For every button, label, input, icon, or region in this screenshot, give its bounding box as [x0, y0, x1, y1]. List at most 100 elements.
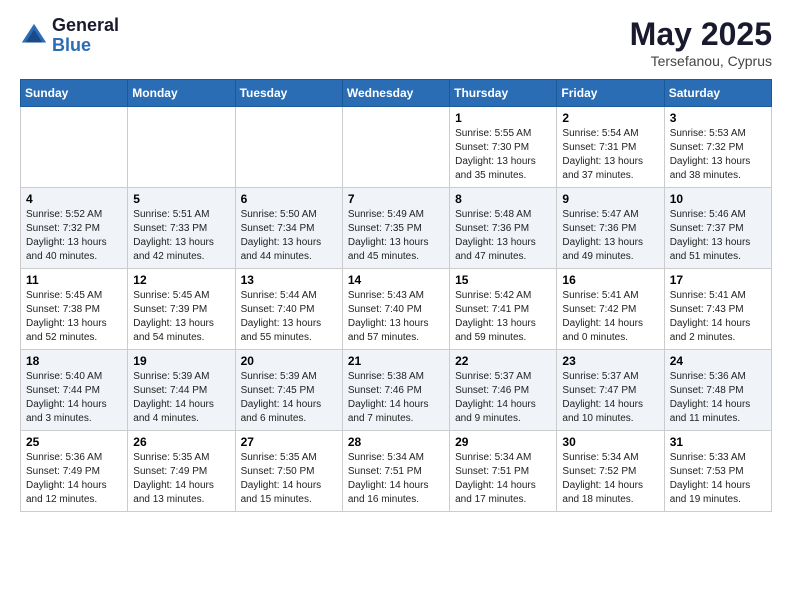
day-cell: 9 Sunrise: 5:47 AMSunset: 7:36 PMDaylight… — [557, 188, 664, 269]
day-cell: 15 Sunrise: 5:42 AMSunset: 7:41 PMDayligh… — [450, 269, 557, 350]
day-info: Sunrise: 5:47 AMSunset: 7:36 PMDaylight:… — [562, 208, 658, 264]
day-info: Sunrise: 5:33 AMSunset: 7:53 PMDaylight:… — [670, 451, 766, 507]
logo-text: General Blue — [52, 16, 119, 56]
week-row-3: 18 Sunrise: 5:40 AMSunset: 7:44 PMDayligh… — [21, 350, 772, 431]
day-number: 6 — [241, 192, 337, 206]
day-number: 23 — [562, 354, 658, 368]
day-number: 25 — [26, 435, 122, 449]
day-number: 22 — [455, 354, 551, 368]
day-cell: 17Sunrise: 5:41 AMSunset: 7:43 PMDayligh… — [664, 269, 771, 350]
day-info: Sunrise: 5:43 AMSunset: 7:40 PMDaylight:… — [348, 289, 444, 345]
week-row-1: 4Sunrise: 5:52 AMSunset: 7:32 PMDaylight… — [21, 188, 772, 269]
logo-icon — [20, 22, 48, 50]
day-number: 3 — [670, 111, 766, 125]
day-cell: 25Sunrise: 5:36 AMSunset: 7:49 PMDayligh… — [21, 431, 128, 512]
day-number: 13 — [241, 273, 337, 287]
day-cell: 20 Sunrise: 5:39 AMSunset: 7:45 PMDayligh… — [235, 350, 342, 431]
logo: General Blue — [20, 16, 119, 56]
day-cell: 19Sunrise: 5:39 AMSunset: 7:44 PMDayligh… — [128, 350, 235, 431]
day-info: Sunrise: 5:44 AMSunset: 7:40 PMDaylight:… — [241, 289, 337, 345]
day-number: 26 — [133, 435, 229, 449]
title-block: May 2025 Tersefanou, Cyprus — [630, 16, 772, 69]
title-month: May 2025 — [630, 16, 772, 53]
day-info: Sunrise: 5:54 AMSunset: 7:31 PMDaylight:… — [562, 127, 658, 183]
day-info: Sunrise: 5:38 AMSunset: 7:46 PMDaylight:… — [348, 370, 444, 426]
day-info: Sunrise: 5:45 AMSunset: 7:38 PMDaylight:… — [26, 289, 122, 345]
day-number: 8 — [455, 192, 551, 206]
day-info: Sunrise: 5:35 AMSunset: 7:49 PMDaylight:… — [133, 451, 229, 507]
day-cell: 29 Sunrise: 5:34 AMSunset: 7:51 PMDayligh… — [450, 431, 557, 512]
day-cell: 31 Sunrise: 5:33 AMSunset: 7:53 PMDayligh… — [664, 431, 771, 512]
day-cell: 16Sunrise: 5:41 AMSunset: 7:42 PMDayligh… — [557, 269, 664, 350]
day-info: Sunrise: 5:45 AMSunset: 7:39 PMDaylight:… — [133, 289, 229, 345]
day-cell — [235, 107, 342, 188]
day-info: Sunrise: 5:34 AMSunset: 7:51 PMDaylight:… — [455, 451, 551, 507]
header-row: Sunday Monday Tuesday Wednesday Thursday… — [21, 80, 772, 107]
day-number: 29 — [455, 435, 551, 449]
day-number: 7 — [348, 192, 444, 206]
day-number: 24 — [670, 354, 766, 368]
day-number: 9 — [562, 192, 658, 206]
week-row-2: 11Sunrise: 5:45 AMSunset: 7:38 PMDayligh… — [21, 269, 772, 350]
day-cell: 8 Sunrise: 5:48 AMSunset: 7:36 PMDaylight… — [450, 188, 557, 269]
day-info: Sunrise: 5:35 AMSunset: 7:50 PMDaylight:… — [241, 451, 337, 507]
day-cell: 5Sunrise: 5:51 AMSunset: 7:33 PMDaylight… — [128, 188, 235, 269]
day-cell: 21 Sunrise: 5:38 AMSunset: 7:46 PMDayligh… — [342, 350, 449, 431]
day-number: 1 — [455, 111, 551, 125]
day-number: 2 — [562, 111, 658, 125]
day-number: 17 — [670, 273, 766, 287]
day-info: Sunrise: 5:49 AMSunset: 7:35 PMDaylight:… — [348, 208, 444, 264]
day-cell: 13 Sunrise: 5:44 AMSunset: 7:40 PMDayligh… — [235, 269, 342, 350]
title-location: Tersefanou, Cyprus — [630, 53, 772, 69]
day-number: 30 — [562, 435, 658, 449]
day-cell — [21, 107, 128, 188]
day-number: 20 — [241, 354, 337, 368]
day-info: Sunrise: 5:50 AMSunset: 7:34 PMDaylight:… — [241, 208, 337, 264]
day-number: 16 — [562, 273, 658, 287]
day-info: Sunrise: 5:37 AMSunset: 7:47 PMDaylight:… — [562, 370, 658, 426]
col-sunday: Sunday — [21, 80, 128, 107]
col-friday: Friday — [557, 80, 664, 107]
day-info: Sunrise: 5:34 AMSunset: 7:52 PMDaylight:… — [562, 451, 658, 507]
day-number: 28 — [348, 435, 444, 449]
header: General Blue May 2025 Tersefanou, Cyprus — [20, 16, 772, 69]
day-info: Sunrise: 5:40 AMSunset: 7:44 PMDaylight:… — [26, 370, 122, 426]
day-info: Sunrise: 5:46 AMSunset: 7:37 PMDaylight:… — [670, 208, 766, 264]
col-monday: Monday — [128, 80, 235, 107]
week-row-4: 25Sunrise: 5:36 AMSunset: 7:49 PMDayligh… — [21, 431, 772, 512]
day-cell: 28 Sunrise: 5:34 AMSunset: 7:51 PMDayligh… — [342, 431, 449, 512]
day-info: Sunrise: 5:52 AMSunset: 7:32 PMDaylight:… — [26, 208, 122, 264]
day-cell: 23 Sunrise: 5:37 AMSunset: 7:47 PMDayligh… — [557, 350, 664, 431]
day-number: 21 — [348, 354, 444, 368]
day-cell: 24 Sunrise: 5:36 AMSunset: 7:48 PMDayligh… — [664, 350, 771, 431]
day-cell: 10 Sunrise: 5:46 AMSunset: 7:37 PMDayligh… — [664, 188, 771, 269]
week-row-0: 1Sunrise: 5:55 AMSunset: 7:30 PMDaylight… — [21, 107, 772, 188]
day-info: Sunrise: 5:48 AMSunset: 7:36 PMDaylight:… — [455, 208, 551, 264]
day-cell: 22 Sunrise: 5:37 AMSunset: 7:46 PMDayligh… — [450, 350, 557, 431]
day-cell: 26 Sunrise: 5:35 AMSunset: 7:49 PMDayligh… — [128, 431, 235, 512]
day-info: Sunrise: 5:39 AMSunset: 7:45 PMDaylight:… — [241, 370, 337, 426]
day-cell: 2 Sunrise: 5:54 AMSunset: 7:31 PMDaylight… — [557, 107, 664, 188]
day-number: 15 — [455, 273, 551, 287]
col-thursday: Thursday — [450, 80, 557, 107]
day-cell: 27 Sunrise: 5:35 AMSunset: 7:50 PMDayligh… — [235, 431, 342, 512]
col-saturday: Saturday — [664, 80, 771, 107]
day-cell — [128, 107, 235, 188]
logo-blue-text: Blue — [52, 36, 119, 56]
day-number: 12 — [133, 273, 229, 287]
day-number: 19 — [133, 354, 229, 368]
day-info: Sunrise: 5:36 AMSunset: 7:48 PMDaylight:… — [670, 370, 766, 426]
day-info: Sunrise: 5:34 AMSunset: 7:51 PMDaylight:… — [348, 451, 444, 507]
day-info: Sunrise: 5:37 AMSunset: 7:46 PMDaylight:… — [455, 370, 551, 426]
day-number: 18 — [26, 354, 122, 368]
day-number: 27 — [241, 435, 337, 449]
day-number: 10 — [670, 192, 766, 206]
col-wednesday: Wednesday — [342, 80, 449, 107]
day-info: Sunrise: 5:42 AMSunset: 7:41 PMDaylight:… — [455, 289, 551, 345]
day-cell: 14 Sunrise: 5:43 AMSunset: 7:40 PMDayligh… — [342, 269, 449, 350]
day-cell: 18 Sunrise: 5:40 AMSunset: 7:44 PMDayligh… — [21, 350, 128, 431]
col-tuesday: Tuesday — [235, 80, 342, 107]
day-number: 14 — [348, 273, 444, 287]
day-number: 31 — [670, 435, 766, 449]
day-cell: 3Sunrise: 5:53 AMSunset: 7:32 PMDaylight… — [664, 107, 771, 188]
